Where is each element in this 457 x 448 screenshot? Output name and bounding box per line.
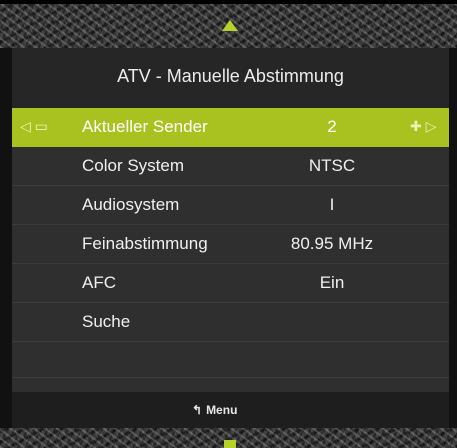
row-value: 2 [327, 117, 337, 136]
row-label: Aktueller Sender [82, 117, 208, 136]
row-label: Suche [82, 312, 131, 331]
menu-row-afc[interactable]: AFC Ein [12, 264, 449, 303]
footer-bar: ↰ Menu [12, 392, 449, 428]
menu-row-audio-system[interactable]: Audiosystem I [12, 186, 449, 225]
menu-row-fine-tuning[interactable]: Feinabstimmung 80.95 MHz [12, 225, 449, 264]
menu-label: Menu [206, 403, 238, 417]
left-nav-icon[interactable]: ◁ ▭ [20, 118, 48, 135]
row-label: Audiosystem [82, 195, 180, 214]
row-value: Ein [319, 273, 345, 292]
atv-manual-tuning-menu: ATV - Manuelle Abstimmung ◁ ▭ Aktueller … [12, 48, 449, 428]
menu-row-color-system[interactable]: Color System NTSC [12, 147, 449, 186]
menu-hint[interactable]: ↰ Menu [192, 403, 237, 417]
down-arrow-icon [224, 440, 236, 448]
up-arrow-icon [222, 20, 238, 31]
menu-row-search[interactable]: Suche [12, 303, 449, 342]
return-arrow-icon: ↰ [192, 403, 203, 417]
row-value: NTSC [308, 156, 356, 175]
right-nav-icon[interactable]: ✚ ▷ [410, 118, 436, 135]
menu-title: ATV - Manuelle Abstimmung [12, 48, 449, 108]
row-label: Color System [82, 156, 185, 175]
menu-row-current-channel[interactable]: ◁ ▭ Aktueller Sender 2 ✚ ▷ [12, 108, 449, 147]
row-label: Feinabstimmung [82, 234, 208, 253]
row-value: 80.95 MHz [290, 234, 374, 253]
empty-row [12, 339, 449, 378]
row-label: AFC [82, 273, 116, 292]
row-value: I [329, 195, 335, 214]
